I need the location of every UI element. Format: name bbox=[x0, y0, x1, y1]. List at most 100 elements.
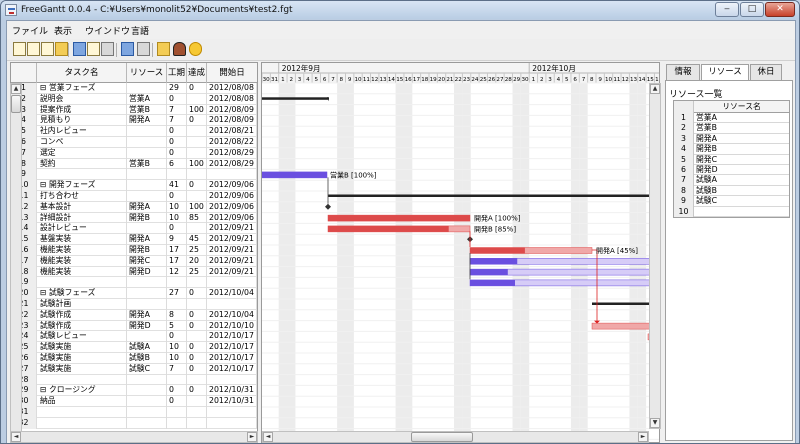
task-name[interactable]: 基盤実装 bbox=[37, 234, 127, 245]
resource-name[interactable]: 営業B bbox=[696, 123, 717, 133]
task-row[interactable]: 14 設計レビュー 0 2012/09/21 bbox=[11, 223, 257, 235]
task-start-date[interactable]: 2012/08/08 bbox=[207, 83, 257, 94]
task-progress[interactable] bbox=[187, 407, 207, 418]
task-progress[interactable]: 25 bbox=[187, 245, 207, 256]
task-progress[interactable] bbox=[187, 396, 207, 407]
task-start-date[interactable]: 2012/08/08 bbox=[207, 93, 257, 105]
resource-row[interactable]: 5 開発C bbox=[674, 154, 789, 165]
task-start-date[interactable] bbox=[207, 407, 257, 418]
gantt-vscroll[interactable]: ▲ ▼ bbox=[649, 83, 661, 429]
col-no-header[interactable] bbox=[11, 63, 37, 83]
task-start-date[interactable]: 2012/10/04 bbox=[207, 288, 257, 299]
tab-holiday[interactable]: 休日 bbox=[750, 64, 782, 80]
task-duration[interactable]: 7 bbox=[167, 115, 187, 127]
task-start-date[interactable]: 2012/09/21 bbox=[207, 234, 257, 245]
task-row[interactable]: 11 打ち合わせ 0 2012/09/06 bbox=[11, 191, 257, 202]
clipboard-icon[interactable] bbox=[157, 42, 170, 56]
task-duration[interactable]: 10 bbox=[167, 201, 187, 213]
task-name[interactable] bbox=[37, 277, 127, 289]
scroll-left-button[interactable]: ◄ bbox=[11, 432, 21, 442]
resource-row[interactable]: 7 試験A bbox=[674, 175, 789, 186]
task-name[interactable]: 試験作成 bbox=[37, 309, 127, 321]
task-duration[interactable]: 7 bbox=[167, 363, 187, 375]
task-progress[interactable] bbox=[187, 126, 207, 137]
task-start-date[interactable]: 2012/08/29 bbox=[207, 158, 257, 170]
task-name[interactable]: ⊟ 営業フェーズ bbox=[37, 83, 127, 94]
task-start-date[interactable] bbox=[207, 277, 257, 289]
task-name[interactable]: 機能実装 bbox=[37, 266, 127, 278]
resource-name[interactable]: 試験A bbox=[696, 175, 717, 185]
task-progress[interactable]: 25 bbox=[187, 266, 207, 278]
new-file-icon[interactable] bbox=[13, 42, 26, 56]
task-start-date[interactable]: 2012/10/17 bbox=[207, 342, 257, 353]
task-start-date[interactable]: 2012/09/21 bbox=[207, 266, 257, 278]
task-resource[interactable]: 営業A bbox=[127, 93, 167, 105]
resource-name[interactable]: 開発C bbox=[696, 155, 717, 165]
task-duration[interactable]: 0 bbox=[167, 331, 187, 343]
task-row[interactable]: 20 ⊟ 試験フェーズ 27 0 2012/10/04 bbox=[11, 288, 257, 299]
task-row[interactable]: 22 試験作成 開発A 8 0 2012/10/04 bbox=[11, 309, 257, 321]
task-resource[interactable] bbox=[127, 374, 167, 386]
resource-name[interactable]: 開発D bbox=[696, 165, 718, 175]
resource-name[interactable]: 試験C bbox=[696, 196, 717, 206]
task-resource[interactable]: 開発A bbox=[127, 201, 167, 213]
task-row[interactable]: 31 bbox=[11, 407, 257, 418]
task-start-date[interactable]: 2012/09/06 bbox=[207, 191, 257, 202]
task-resource[interactable]: 開発D bbox=[127, 320, 167, 332]
col-resource-header[interactable]: リソース bbox=[127, 63, 167, 83]
task-resource[interactable]: 営業B bbox=[127, 104, 167, 116]
task-start-date[interactable]: 2012/08/09 bbox=[207, 104, 257, 116]
resource-row[interactable]: 9 試験C bbox=[674, 196, 789, 207]
task-row[interactable]: 16 機能実装 開発B 17 25 2012/09/21 bbox=[11, 245, 257, 256]
menu-language[interactable]: 言語 bbox=[131, 24, 149, 37]
gantt-canvas[interactable]: 2012年9月 2012年10月30 31 1 2 3 4 5 6 7 8 9 10 11 12 13 14 15… bbox=[262, 63, 659, 442]
task-progress[interactable] bbox=[187, 93, 207, 105]
task-progress[interactable]: 0 bbox=[187, 342, 207, 353]
task-duration[interactable]: 0 bbox=[167, 191, 187, 202]
task-progress[interactable] bbox=[187, 331, 207, 343]
resource-row[interactable]: 10 bbox=[674, 206, 789, 217]
task-name[interactable]: 社内レビュー bbox=[37, 126, 127, 137]
task-start-date[interactable]: 2012/10/31 bbox=[207, 385, 257, 397]
task-row[interactable]: 23 試験作成 開発D 5 0 2012/10/10 bbox=[11, 320, 257, 332]
task-duration[interactable]: 17 bbox=[167, 245, 187, 256]
task-duration[interactable]: 10 bbox=[167, 353, 187, 364]
resource-row[interactable]: 2 営業B bbox=[674, 123, 789, 134]
task-resource[interactable]: 営業B bbox=[127, 158, 167, 170]
task-progress[interactable] bbox=[187, 169, 207, 181]
task-row[interactable]: 4 見積もり 開発A 7 0 2012/08/09 bbox=[11, 115, 257, 127]
task-name[interactable]: 試験実施 bbox=[37, 353, 127, 364]
task-duration[interactable] bbox=[167, 169, 187, 181]
new-file-plus-icon[interactable] bbox=[27, 42, 40, 56]
menu-view[interactable]: 表示 bbox=[54, 24, 72, 37]
task-duration[interactable] bbox=[167, 407, 187, 418]
task-progress[interactable]: 0 bbox=[187, 320, 207, 332]
task-progress[interactable]: 0 bbox=[187, 83, 207, 94]
task-duration[interactable]: 12 bbox=[167, 266, 187, 278]
task-name[interactable]: 試験計画 bbox=[37, 299, 127, 310]
task-progress[interactable]: 100 bbox=[187, 158, 207, 170]
menu-window[interactable]: ウインドウ bbox=[85, 24, 130, 37]
dotted-frame-icon[interactable] bbox=[137, 42, 150, 56]
task-resource[interactable]: 試験A bbox=[127, 342, 167, 353]
task-progress[interactable]: 0 bbox=[187, 180, 207, 191]
task-duration[interactable]: 0 bbox=[167, 223, 187, 235]
task-start-date[interactable]: 2012/10/17 bbox=[207, 363, 257, 375]
task-start-date[interactable]: 2012/09/06 bbox=[207, 180, 257, 191]
task-row[interactable]: 17 機能実装 開発C 17 20 2012/09/21 bbox=[11, 255, 257, 267]
task-name[interactable]: 契約 bbox=[37, 158, 127, 170]
task-name[interactable]: 機能実装 bbox=[37, 245, 127, 256]
task-progress[interactable]: 0 bbox=[187, 353, 207, 364]
task-start-date[interactable] bbox=[207, 417, 257, 429]
sun-icon[interactable] bbox=[189, 42, 202, 56]
task-row[interactable]: 26 試験実施 試験B 10 0 2012/10/17 bbox=[11, 353, 257, 364]
task-resource[interactable]: 開発D bbox=[127, 266, 167, 278]
task-progress[interactable]: 0 bbox=[187, 363, 207, 375]
task-progress[interactable]: 0 bbox=[187, 309, 207, 321]
scroll-thumb[interactable] bbox=[411, 432, 473, 442]
task-row[interactable]: 18 機能実装 開発D 12 25 2012/09/21 bbox=[11, 266, 257, 278]
task-start-date[interactable]: 2012/09/06 bbox=[207, 212, 257, 224]
task-progress[interactable]: 0 bbox=[187, 385, 207, 397]
task-name[interactable] bbox=[37, 407, 127, 418]
window-icon[interactable] bbox=[121, 42, 134, 56]
